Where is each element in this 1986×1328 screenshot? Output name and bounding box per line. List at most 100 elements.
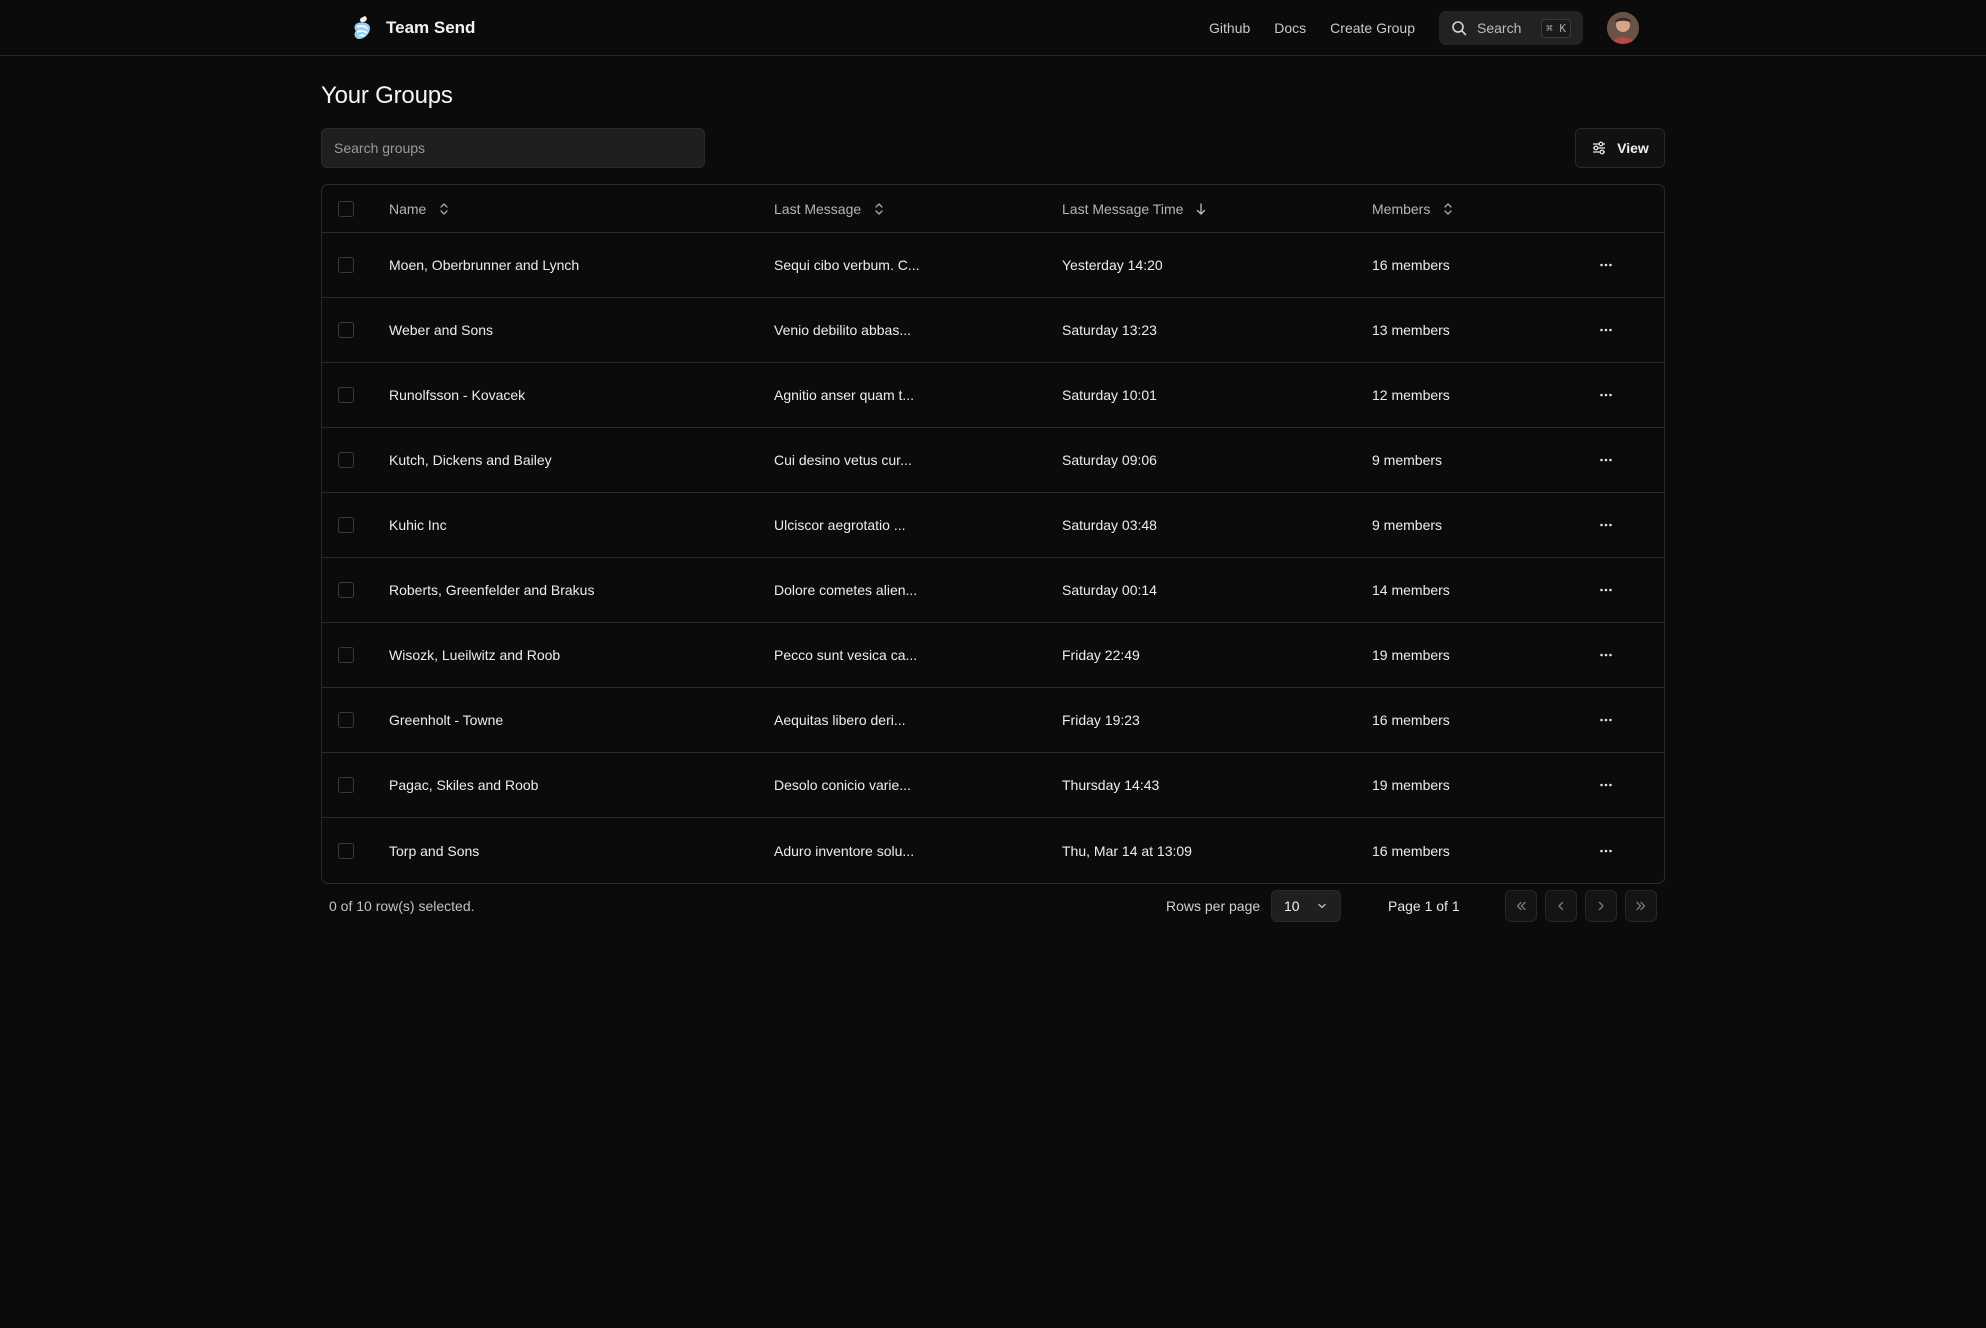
table-row[interactable]: Runolfsson - Kovacek Agnitio anser quam … xyxy=(322,363,1664,428)
next-page-button[interactable] xyxy=(1585,890,1617,922)
column-header-last-message-time[interactable]: Last Message Time xyxy=(1062,201,1372,217)
row-select-cell xyxy=(322,452,389,468)
group-name-cell[interactable]: Roberts, Greenfelder and Brakus xyxy=(389,582,774,598)
more-horizontal-icon xyxy=(1600,328,1612,332)
row-actions-button[interactable] xyxy=(1592,837,1620,865)
group-name-cell[interactable]: Greenholt - Towne xyxy=(389,712,774,728)
last-message-cell: Aduro inventore solu... xyxy=(774,842,915,859)
table-row[interactable]: Moen, Oberbrunner and Lynch Sequi cibo v… xyxy=(322,233,1664,298)
members-cell: 16 members xyxy=(1372,842,1450,859)
row-actions-button[interactable] xyxy=(1592,251,1620,279)
last-message-time-cell: Yesterday 14:20 xyxy=(1062,257,1163,273)
more-horizontal-icon xyxy=(1600,653,1612,657)
first-page-button[interactable] xyxy=(1505,890,1537,922)
row-select-cell xyxy=(322,322,389,338)
pagination-controls xyxy=(1505,890,1657,922)
row-select-checkbox[interactable] xyxy=(338,647,354,663)
row-actions-button[interactable] xyxy=(1592,641,1620,669)
more-horizontal-icon xyxy=(1600,783,1612,787)
group-name-cell[interactable]: Runolfsson - Kovacek xyxy=(389,387,774,403)
row-actions-cell xyxy=(1592,251,1652,279)
table-row[interactable]: Roberts, Greenfelder and Brakus Dolore c… xyxy=(322,558,1664,623)
row-select-checkbox[interactable] xyxy=(338,452,354,468)
rows-per-page-select[interactable]: 10 xyxy=(1271,890,1341,922)
members-cell: 12 members xyxy=(1372,387,1450,403)
rows-per-page-value: 10 xyxy=(1284,898,1300,914)
last-message-time-cell: Thursday 14:43 xyxy=(1062,777,1160,793)
chevron-right-icon xyxy=(1598,901,1604,911)
row-actions-cell xyxy=(1592,316,1652,344)
group-name-cell[interactable]: Kuhic Inc xyxy=(389,517,774,533)
row-select-cell xyxy=(322,777,389,793)
members-cell: 13 members xyxy=(1372,322,1450,338)
row-select-checkbox[interactable] xyxy=(338,322,354,338)
group-name-cell[interactable]: Torp and Sons xyxy=(389,843,774,859)
global-search-button[interactable]: Search ⌘ K xyxy=(1439,11,1583,45)
nav-link-github[interactable]: Github xyxy=(1209,20,1250,36)
row-select-checkbox[interactable] xyxy=(338,257,354,273)
members-cell: 16 members xyxy=(1372,257,1450,273)
column-header-last-message-time-label: Last Message Time xyxy=(1062,200,1184,217)
table-row[interactable]: Kuhic Inc Ulciscor aegrotatio ... Saturd… xyxy=(322,493,1664,558)
column-header-members[interactable]: Members xyxy=(1372,201,1592,217)
row-actions-button[interactable] xyxy=(1592,381,1620,409)
sort-updown-icon xyxy=(875,202,883,215)
nav-link-create-group[interactable]: Create Group xyxy=(1330,20,1415,36)
row-select-checkbox[interactable] xyxy=(338,777,354,793)
chevrons-left-icon xyxy=(1516,901,1526,911)
chevron-down-icon xyxy=(1318,903,1326,909)
nav-link-docs[interactable]: Docs xyxy=(1274,20,1306,36)
group-name-cell[interactable]: Moen, Oberbrunner and Lynch xyxy=(389,257,774,273)
column-header-name-label: Name xyxy=(389,200,427,217)
table-row[interactable]: Pagac, Skiles and Roob Desolo conicio va… xyxy=(322,753,1664,818)
search-groups-input[interactable] xyxy=(321,128,705,168)
row-select-checkbox[interactable] xyxy=(338,712,354,728)
members-cell: 9 members xyxy=(1372,517,1443,533)
last-message-cell: Pecco sunt vesica ca... xyxy=(774,647,918,663)
row-actions-cell xyxy=(1592,446,1652,474)
row-actions-button[interactable] xyxy=(1592,511,1620,539)
row-actions-cell xyxy=(1592,837,1652,865)
chevron-left-icon xyxy=(1558,901,1564,911)
row-actions-button[interactable] xyxy=(1592,446,1620,474)
row-select-checkbox[interactable] xyxy=(338,582,354,598)
row-actions-button[interactable] xyxy=(1592,771,1620,799)
group-name-cell[interactable]: Kutch, Dickens and Bailey xyxy=(389,452,774,468)
row-select-cell xyxy=(322,387,389,403)
last-message-time-cell: Saturday 13:23 xyxy=(1062,322,1157,338)
row-select-cell xyxy=(322,647,389,663)
view-options-button[interactable]: View xyxy=(1575,128,1665,168)
row-actions-button[interactable] xyxy=(1592,706,1620,734)
row-select-cell xyxy=(322,257,389,273)
group-name-cell[interactable]: Weber and Sons xyxy=(389,322,774,338)
row-select-cell xyxy=(322,517,389,533)
sort-updown-icon xyxy=(440,202,449,215)
more-horizontal-icon xyxy=(1600,393,1612,397)
row-select-checkbox[interactable] xyxy=(338,842,354,859)
column-header-last-message[interactable]: Last Message xyxy=(774,201,1062,217)
last-message-cell: Aequitas libero deri... xyxy=(774,712,906,728)
column-header-last-message-label: Last Message xyxy=(774,200,862,217)
row-actions-button[interactable] xyxy=(1592,576,1620,604)
row-select-checkbox[interactable] xyxy=(338,517,354,533)
last-message-time-cell: Friday 19:23 xyxy=(1062,712,1140,728)
table-row[interactable]: Greenholt - Towne Aequitas libero deri..… xyxy=(322,688,1664,753)
group-name-cell[interactable]: Pagac, Skiles and Roob xyxy=(389,777,774,793)
previous-page-button[interactable] xyxy=(1545,890,1577,922)
column-header-name[interactable]: Name xyxy=(389,201,774,217)
select-all-cell xyxy=(322,200,389,217)
last-message-cell: Dolore cometes alien... xyxy=(774,582,918,598)
brand[interactable]: Team Send xyxy=(350,12,475,44)
select-all-checkbox[interactable] xyxy=(338,200,354,217)
selected-rows-text: 0 of 10 row(s) selected. xyxy=(329,898,475,914)
user-avatar[interactable] xyxy=(1607,12,1639,44)
last-page-button[interactable] xyxy=(1625,890,1657,922)
table-row[interactable]: Wisozk, Lueilwitz and Roob Pecco sunt ve… xyxy=(322,623,1664,688)
table-row[interactable]: Torp and Sons Aduro inventore solu... Th… xyxy=(322,818,1664,883)
header-nav: Github Docs Create Group Search ⌘ K xyxy=(1209,11,1639,45)
row-select-checkbox[interactable] xyxy=(338,387,354,403)
table-row[interactable]: Kutch, Dickens and Bailey Cui desino vet… xyxy=(322,428,1664,493)
group-name-cell[interactable]: Wisozk, Lueilwitz and Roob xyxy=(389,647,774,663)
row-actions-button[interactable] xyxy=(1592,316,1620,344)
table-row[interactable]: Weber and Sons Venio debilito abbas... S… xyxy=(322,298,1664,363)
